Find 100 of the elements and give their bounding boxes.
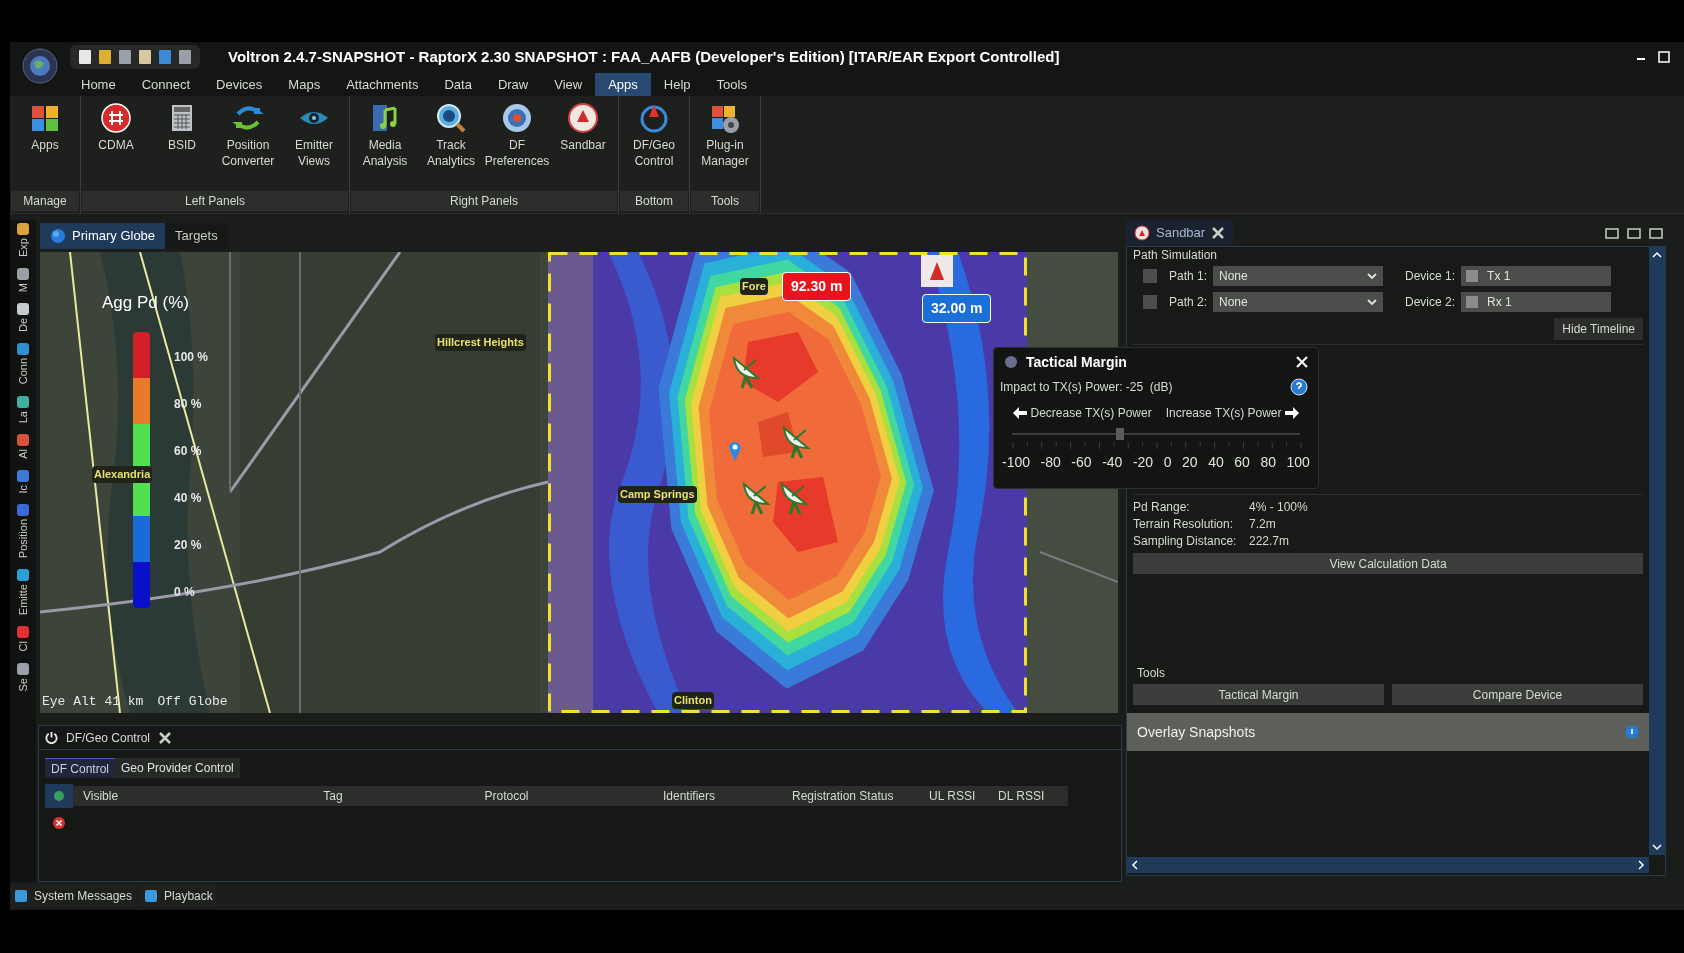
panel-icon[interactable] xyxy=(16,568,30,583)
side-tab[interactable]: Se xyxy=(16,677,30,692)
place-label: Fore xyxy=(740,278,768,295)
vertical-scrollbar[interactable] xyxy=(1649,247,1665,855)
menu-item[interactable]: View xyxy=(541,73,596,96)
close-icon[interactable] xyxy=(158,730,173,745)
tool-button[interactable]: Compare Device xyxy=(1392,684,1643,705)
increase-power-button[interactable]: Increase TX(s) Power xyxy=(1165,404,1300,422)
ribbon-button[interactable]: BSID xyxy=(149,102,215,191)
menu-item[interactable]: Apps xyxy=(595,73,651,96)
checkbox[interactable] xyxy=(1143,295,1157,309)
panel-tool-icon[interactable] xyxy=(1626,225,1642,241)
dropdown[interactable]: Tx 1 xyxy=(1461,266,1612,286)
ribbon-group-label: Right Panels xyxy=(351,191,617,211)
remove-icon[interactable] xyxy=(52,816,66,830)
side-tab[interactable]: Al xyxy=(16,448,30,459)
panel-icon[interactable] xyxy=(16,394,30,409)
map-tab[interactable]: Primary Globe xyxy=(40,223,166,249)
dropdown[interactable]: Rx 1 xyxy=(1461,292,1612,312)
ribbon-button[interactable]: Plug-in Manager xyxy=(692,102,758,191)
column-header: UL RSSI xyxy=(928,788,977,805)
menu-item[interactable]: Tools xyxy=(703,73,760,96)
panel-icon[interactable] xyxy=(16,222,30,236)
ribbon-button[interactable]: CDMA xyxy=(83,102,149,191)
chevron-left-icon[interactable] xyxy=(1131,860,1139,870)
visibility-toggle[interactable] xyxy=(45,784,73,808)
overlay-snapshots-header[interactable]: Overlay Snapshots xyxy=(1127,713,1649,751)
menu-item[interactable]: Maps xyxy=(275,73,334,96)
power-slider[interactable] xyxy=(1012,428,1300,440)
hash-icon xyxy=(100,102,132,134)
horizontal-scrollbar[interactable] xyxy=(1127,857,1649,873)
chevron-down-icon[interactable] xyxy=(1652,843,1662,851)
toolbar-icon[interactable] xyxy=(178,49,192,65)
panel-tool-icon[interactable] xyxy=(1648,225,1664,241)
section-title: Path Simulation xyxy=(1133,248,1219,262)
panel-icon[interactable] xyxy=(16,302,30,317)
side-tab[interactable]: Ic xyxy=(16,484,30,494)
menu-item[interactable]: Draw xyxy=(484,73,542,96)
location-pin-icon xyxy=(728,440,742,462)
dialog-title: Tactical Margin xyxy=(1026,352,1127,372)
menu-item[interactable]: Home xyxy=(68,73,129,96)
stat-value: 4% - 100% xyxy=(1249,499,1308,515)
column-header: Tag xyxy=(322,788,344,805)
maximize-icon[interactable] xyxy=(1658,51,1670,63)
toolbar-icon[interactable] xyxy=(78,49,92,65)
chevron-down-icon xyxy=(1367,272,1378,280)
ribbon-button[interactable]: DF Preferences xyxy=(484,102,550,191)
side-tab[interactable]: Cl xyxy=(16,641,30,652)
decrease-power-button[interactable]: Decrease TX(s) Power xyxy=(1012,404,1152,422)
side-tab[interactable]: Conn xyxy=(16,358,30,385)
ribbon-button[interactable]: Media Analysis xyxy=(352,102,418,191)
legend-tick-label: 100 % xyxy=(174,349,209,366)
toolbar-icon[interactable] xyxy=(98,49,112,65)
arrow-right-icon xyxy=(1285,407,1300,419)
scale-label: -60 xyxy=(1071,453,1092,472)
side-tab[interactable]: De xyxy=(16,318,30,333)
ribbon-button[interactable]: DF/Geo Control xyxy=(621,102,687,191)
side-tab[interactable]: La xyxy=(16,410,30,423)
help-icon[interactable] xyxy=(1290,378,1308,396)
ribbon-group-label: Bottom xyxy=(620,191,688,211)
field-label: Path 1: xyxy=(1169,268,1208,285)
stat-label: Pd Range: xyxy=(1133,499,1191,515)
chevron-right-icon[interactable] xyxy=(1637,860,1645,870)
chevron-up-icon[interactable] xyxy=(1652,251,1662,259)
close-icon[interactable] xyxy=(1211,226,1226,240)
column-header: Registration Status xyxy=(791,788,895,805)
menu-item[interactable]: Data xyxy=(431,73,485,96)
toolbar-icon[interactable] xyxy=(138,49,152,65)
checkbox[interactable] xyxy=(1143,269,1157,283)
impact-text: Impact to TX(s) Power: -25 (dB) xyxy=(1000,379,1173,396)
hide-timeline-button[interactable]: Hide Timeline xyxy=(1554,318,1643,340)
side-tab[interactable]: Exp xyxy=(16,238,30,257)
panel-icon[interactable] xyxy=(16,342,30,357)
globe-icon xyxy=(50,228,66,244)
ribbon-button[interactable]: Position Converter xyxy=(215,102,281,191)
view-calculation-data-button[interactable]: View Calculation Data xyxy=(1133,553,1643,574)
dropdown[interactable]: None xyxy=(1213,292,1384,312)
panel-tool-icon[interactable] xyxy=(1604,225,1620,241)
panel-icon[interactable] xyxy=(16,661,30,676)
column-header: DL RSSI xyxy=(997,788,1046,805)
menu-item[interactable]: Connect xyxy=(128,73,204,96)
ribbon-button[interactable]: Track Analytics xyxy=(418,102,484,191)
panel-icon[interactable] xyxy=(16,266,30,281)
side-tab[interactable]: Emitte xyxy=(16,584,30,616)
stat-value: 7.2m xyxy=(1249,516,1276,532)
ribbon-button[interactable]: Sandbar xyxy=(550,102,616,191)
dropdown[interactable]: None xyxy=(1213,266,1384,286)
menu-item[interactable]: Attachments xyxy=(333,73,432,96)
map-tab[interactable]: Targets xyxy=(165,223,228,249)
ribbon-button[interactable]: Apps xyxy=(12,102,78,191)
slider-thumb[interactable] xyxy=(1116,428,1124,440)
menu-item[interactable]: Devices xyxy=(203,73,276,96)
panel-tab[interactable]: Geo Provider Control xyxy=(115,758,240,778)
menu-item[interactable]: Help xyxy=(650,73,704,96)
panel-tab[interactable]: DF Control xyxy=(45,758,115,778)
toolbar-icon[interactable] xyxy=(118,49,132,65)
ribbon-button[interactable]: Emitter Views xyxy=(281,102,347,191)
side-tab[interactable]: Position xyxy=(16,519,30,559)
tool-button[interactable]: Tactical Margin xyxy=(1133,684,1384,705)
side-tab[interactable]: M xyxy=(16,282,30,293)
